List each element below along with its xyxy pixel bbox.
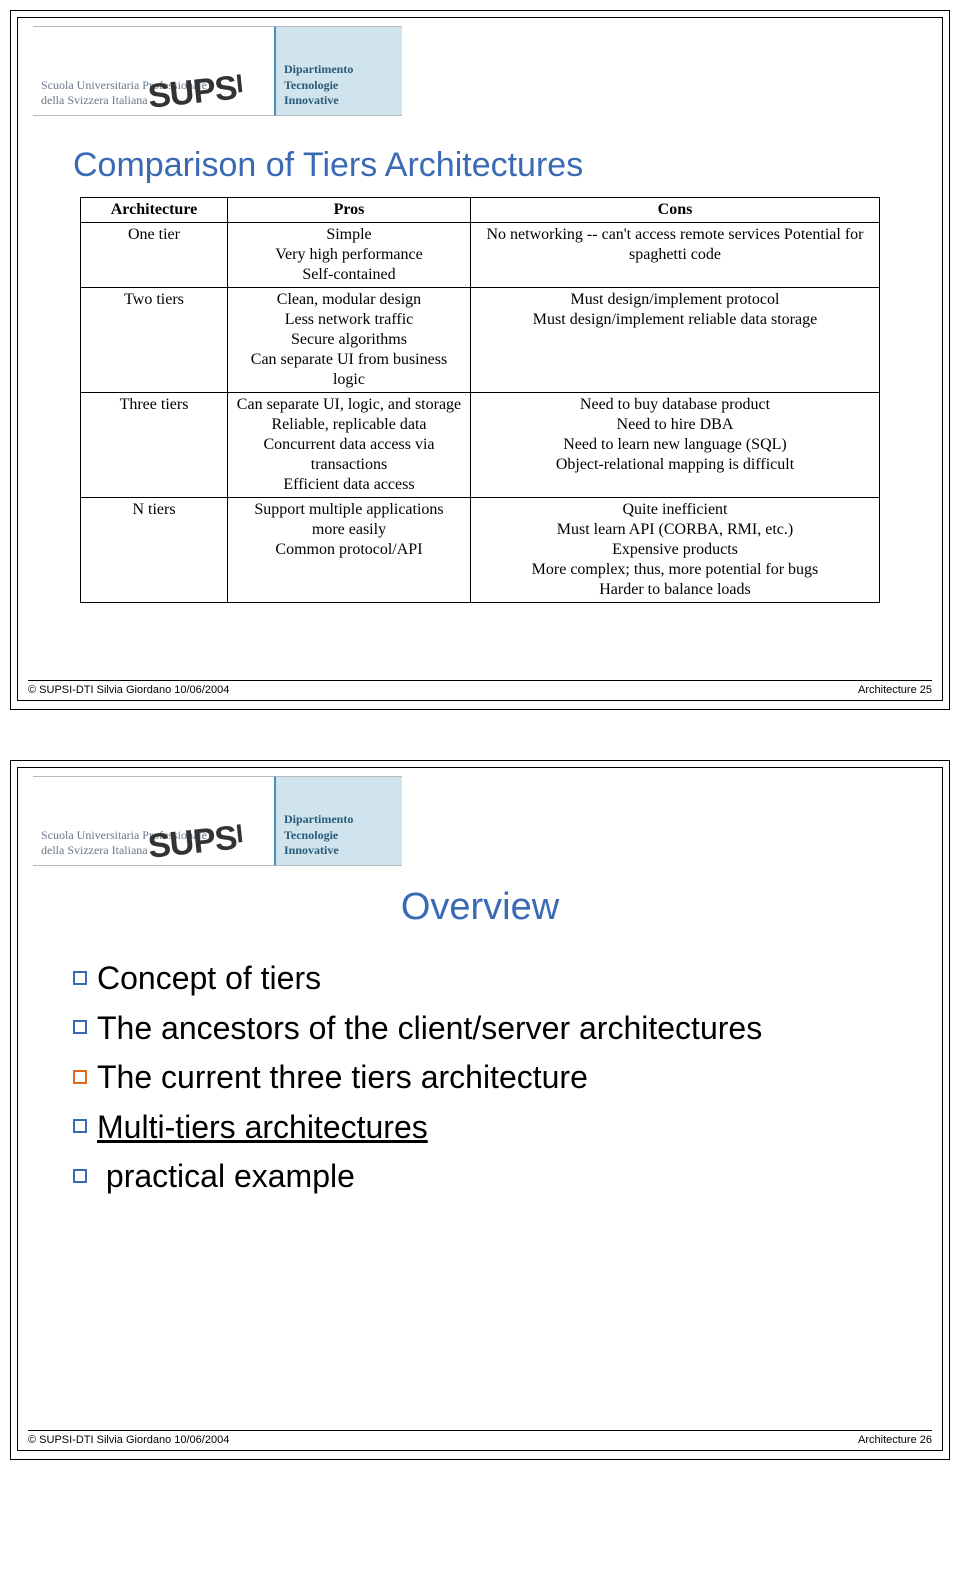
logo-right: Dipartimento Tecnologie Innovative: [274, 26, 402, 116]
bullet-icon: [73, 1169, 87, 1183]
logo-right-line1: Dipartimento: [284, 62, 394, 78]
overview-list: Concept of tiers The ancestors of the cl…: [18, 954, 942, 1202]
bullet-icon: [73, 971, 87, 985]
list-item: practical example: [73, 1152, 942, 1202]
logo-right-line2: Tecnologie: [284, 828, 394, 844]
list-item: The ancestors of the client/server archi…: [73, 1004, 942, 1054]
cell-cons: Must design/implement protocolMust desig…: [470, 288, 879, 393]
list-item: The current three tiers architecture: [73, 1053, 942, 1103]
footer-left: © SUPSI-DTI Silvia Giordano 10/06/2004: [28, 684, 229, 696]
cell-pros: SimpleVery high performanceSelf-containe…: [228, 223, 471, 288]
footer-right: Architecture 25: [858, 684, 932, 696]
item-text: Multi-tiers architectures: [97, 1109, 428, 1145]
th-pros: Pros: [228, 198, 471, 223]
logo-right: Dipartimento Tecnologie Innovative: [274, 776, 402, 866]
th-cons: Cons: [470, 198, 879, 223]
slide-footer: © SUPSI-DTI Silvia Giordano 10/06/2004 A…: [28, 1430, 932, 1446]
cell-pros: Clean, modular designLess network traffi…: [228, 288, 471, 393]
slide-inner: Scuola Universitaria Professionale della…: [17, 17, 943, 701]
footer-left: © SUPSI-DTI Silvia Giordano 10/06/2004: [28, 1434, 229, 1446]
cell-cons: Quite inefficientMust learn API (CORBA, …: [470, 498, 879, 603]
cell-pros: Support multiple applications more easil…: [228, 498, 471, 603]
slide-2: Scuola Universitaria Professionale della…: [10, 760, 950, 1460]
slide-1: Scuola Universitaria Professionale della…: [10, 10, 950, 710]
table-row: Three tiers Can separate UI, logic, and …: [81, 393, 880, 498]
bullet-icon: [73, 1020, 87, 1034]
cell-cons: No networking -- can't access remote ser…: [470, 223, 879, 288]
footer-right: Architecture 26: [858, 1434, 932, 1446]
list-item: Multi-tiers architectures: [73, 1103, 942, 1153]
cell-arch: Two tiers: [81, 288, 228, 393]
item-text: practical example: [97, 1158, 355, 1194]
comparison-table: Architecture Pros Cons One tier SimpleVe…: [80, 197, 880, 603]
logo-right-line1: Dipartimento: [284, 812, 394, 828]
cell-cons: Need to buy database productNeed to hire…: [470, 393, 879, 498]
slide-footer: © SUPSI-DTI Silvia Giordano 10/06/2004 A…: [28, 680, 932, 696]
cell-arch: N tiers: [81, 498, 228, 603]
item-text: Concept of tiers: [97, 960, 321, 996]
list-item: Concept of tiers: [73, 954, 942, 1004]
table-row: N tiers Support multiple applications mo…: [81, 498, 880, 603]
item-text: The current three tiers architecture: [97, 1059, 588, 1095]
logo-right-line3: Innovative: [284, 93, 394, 109]
table-row: Two tiers Clean, modular designLess netw…: [81, 288, 880, 393]
bullet-icon: [73, 1119, 87, 1133]
slide-title: Comparison of Tiers Architectures: [73, 146, 942, 185]
cell-pros: Can separate UI, logic, and storageRelia…: [228, 393, 471, 498]
bullet-icon: [73, 1070, 87, 1084]
table-row: One tier SimpleVery high performanceSelf…: [81, 223, 880, 288]
logo-right-line3: Innovative: [284, 843, 394, 859]
slide-inner: Scuola Universitaria Professionale della…: [17, 767, 943, 1451]
logo-right-line2: Tecnologie: [284, 78, 394, 94]
cell-arch: Three tiers: [81, 393, 228, 498]
slide-title: Overview: [18, 886, 942, 929]
th-architecture: Architecture: [81, 198, 228, 223]
item-text: The ancestors of the client/server archi…: [97, 1010, 762, 1046]
cell-arch: One tier: [81, 223, 228, 288]
